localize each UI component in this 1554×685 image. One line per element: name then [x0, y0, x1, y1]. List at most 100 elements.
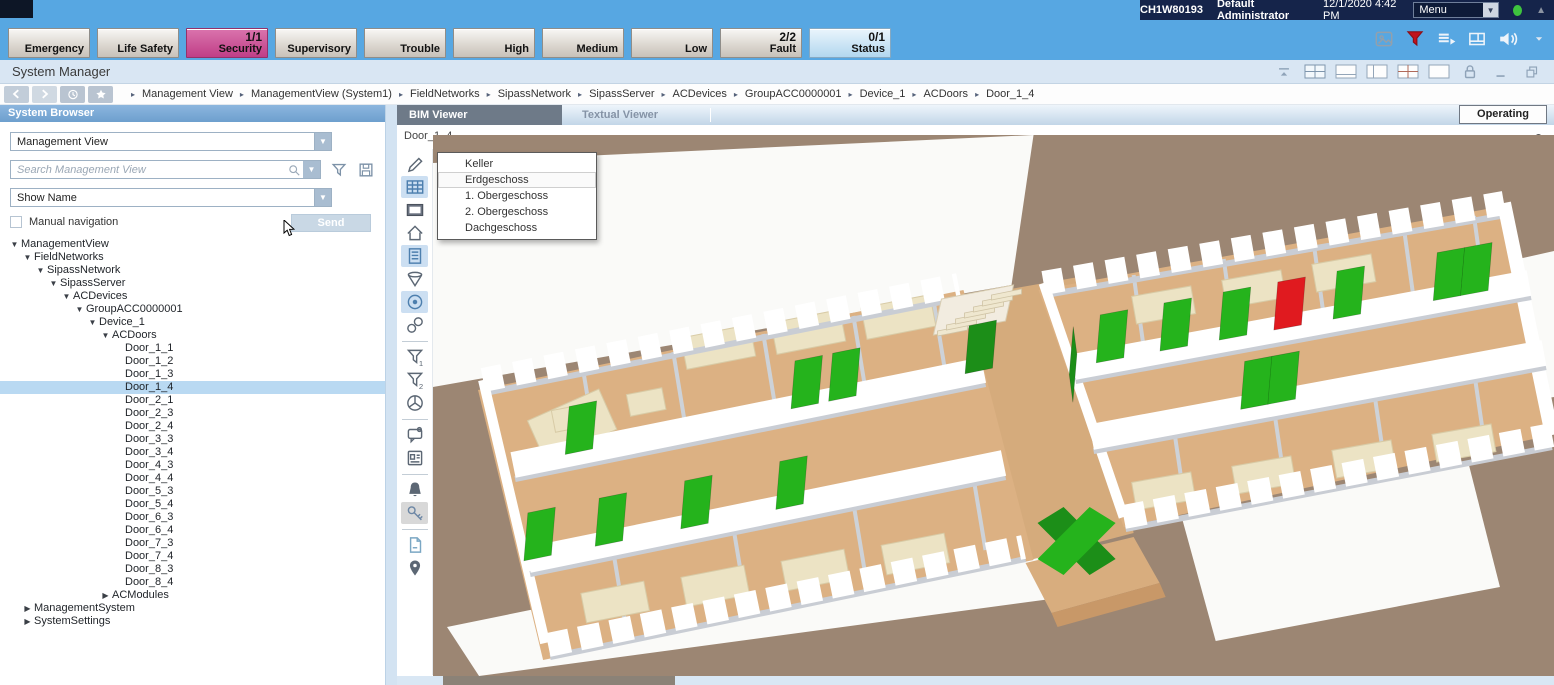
door-marker[interactable]	[1160, 298, 1192, 351]
door-marker[interactable]	[565, 401, 596, 455]
image-viewer-icon[interactable]	[1372, 27, 1396, 51]
menu-dropdown[interactable]: Menu ▼	[1413, 2, 1499, 18]
favorites-button[interactable]	[88, 86, 113, 103]
tree-item-door-3-3[interactable]: Door_3_3	[0, 433, 385, 446]
display-mode-select[interactable]: Show Name ▼	[10, 188, 332, 207]
tree-item-door-8-4[interactable]: Door_8_4	[0, 576, 385, 589]
tree-item-door-6-4[interactable]: Door_6_4	[0, 524, 385, 537]
alarm-button-medium[interactable]: Medium	[542, 28, 624, 58]
breadcrumb-item-door-1-4[interactable]: Door_1_4	[986, 88, 1034, 100]
chevron-down-icon[interactable]: ▼	[303, 161, 320, 178]
key-tool-icon[interactable]	[401, 502, 428, 524]
door-marker[interactable]	[1461, 243, 1493, 296]
collapse-pane-icon[interactable]	[1272, 62, 1296, 82]
breadcrumb-item-groupacc0000001[interactable]: GroupACC0000001	[745, 88, 842, 100]
tree-item-door-5-4[interactable]: Door_5_4	[0, 498, 385, 511]
tree-item-door-1-2[interactable]: Door_1_2	[0, 355, 385, 368]
alarm-button-high[interactable]: High	[453, 28, 535, 58]
collapse-triangle-icon[interactable]: ▲	[1536, 5, 1546, 16]
floor-item-dachgeschoss[interactable]: Dachgeschoss	[438, 220, 596, 236]
save-search-icon[interactable]	[357, 161, 375, 179]
alarm-button-status[interactable]: 0/1Status	[809, 28, 891, 58]
chevron-down-icon[interactable]	[1527, 27, 1551, 51]
operating-mode-button[interactable]: Operating	[1459, 105, 1547, 124]
breadcrumb-item-management-view[interactable]: Management View	[142, 88, 233, 100]
pane-left-icon[interactable]	[1365, 62, 1389, 82]
tree-expander-icon[interactable]: ▼	[60, 290, 73, 303]
door-marker[interactable]	[965, 320, 996, 374]
restore-icon[interactable]	[1520, 62, 1544, 82]
alarm-button-low[interactable]: Low	[631, 28, 713, 58]
floor-item-erdgeschoss[interactable]: Erdgeschoss	[438, 172, 596, 188]
locate-tool-icon[interactable]	[401, 291, 428, 313]
back-button[interactable]	[4, 86, 29, 103]
tab-textual-viewer[interactable]: Textual Viewer	[582, 105, 658, 125]
tree-item-door-3-4[interactable]: Door_3_4	[0, 446, 385, 459]
door-marker[interactable]	[1241, 356, 1273, 409]
breadcrumb-item-device-1[interactable]: Device_1	[860, 88, 906, 100]
door-marker[interactable]	[791, 355, 822, 409]
floors-tool-icon[interactable]	[401, 245, 428, 267]
minimize-icon[interactable]	[1489, 62, 1513, 82]
tree-item-acmodules[interactable]: ▶ACModules	[0, 589, 385, 602]
breadcrumb-item-sipassserver[interactable]: SipassServer	[589, 88, 654, 100]
tree-item-door-5-3[interactable]: Door_5_3	[0, 485, 385, 498]
tree-expander-icon[interactable]: ▼	[47, 277, 60, 290]
door-marker[interactable]	[524, 507, 555, 561]
tree-item-managementview[interactable]: ▼ManagementView	[0, 238, 385, 251]
pane-empty-icon[interactable]	[1427, 62, 1451, 82]
tree-item-door-1-1[interactable]: Door_1_1	[0, 342, 385, 355]
alarm-button-fault[interactable]: 2/2Fault	[720, 28, 802, 58]
tab-bim-viewer[interactable]: BIM Viewer	[397, 105, 562, 125]
door-marker-alarm[interactable]	[1274, 277, 1306, 330]
tree-item-door-2-1[interactable]: Door_2_1	[0, 394, 385, 407]
pane-bottom-icon[interactable]	[1334, 62, 1358, 82]
manual-navigation-checkbox[interactable]	[10, 216, 22, 228]
sound-icon[interactable]	[1496, 27, 1520, 51]
send-button[interactable]: Send	[291, 214, 371, 232]
link-tool-icon[interactable]	[401, 314, 428, 336]
tree-item-door-2-3[interactable]: Door_2_3	[0, 407, 385, 420]
bell-tool-icon[interactable]	[401, 479, 428, 501]
door-marker[interactable]	[595, 493, 626, 547]
tree-item-door-1-4[interactable]: Door_1_4	[0, 381, 385, 394]
tree-expander-icon[interactable]: ▼	[21, 251, 34, 264]
comment-tool-icon[interactable]	[401, 424, 428, 446]
explode-tool-icon[interactable]	[401, 392, 428, 414]
forward-button[interactable]	[32, 86, 57, 103]
horizontal-scrollbar[interactable]	[397, 676, 1554, 685]
tree-expander-icon[interactable]: ▼	[8, 238, 21, 251]
breadcrumb-item-sipassnetwork[interactable]: SipassNetwork	[498, 88, 571, 100]
tree-item-acdevices[interactable]: ▼ACDevices	[0, 290, 385, 303]
search-input[interactable]	[11, 161, 285, 178]
tree-item-door-1-3[interactable]: Door_1_3	[0, 368, 385, 381]
tree-item-groupacc0000001[interactable]: ▼GroupACC0000001	[0, 303, 385, 316]
alarm-button-supervisory[interactable]: Supervisory	[275, 28, 357, 58]
view-select[interactable]: Management View ▼	[10, 132, 332, 151]
search-icon[interactable]	[285, 161, 303, 178]
door-marker[interactable]	[1333, 266, 1365, 319]
panel-splitter[interactable]	[385, 105, 397, 685]
tree-item-door-2-4[interactable]: Door_2_4	[0, 420, 385, 433]
tree-item-device-1[interactable]: ▼Device_1	[0, 316, 385, 329]
floor-item-2-obergeschoss[interactable]: 2. Obergeschoss	[438, 204, 596, 220]
door-marker[interactable]	[681, 475, 712, 529]
tree-expander-icon[interactable]: ▶	[99, 589, 112, 602]
floor-item-1-obergeschoss[interactable]: 1. Obergeschoss	[438, 188, 596, 204]
alarm-button-emergency[interactable]: Emergency	[8, 28, 90, 58]
door-marker[interactable]	[829, 348, 860, 402]
screen-tool-icon[interactable]	[401, 199, 428, 221]
tree-item-door-4-4[interactable]: Door_4_4	[0, 472, 385, 485]
tree-item-sipassnetwork[interactable]: ▼SipassNetwork	[0, 264, 385, 277]
tree-item-door-7-4[interactable]: Door_7_4	[0, 550, 385, 563]
window-layout-icon[interactable]	[1465, 27, 1489, 51]
tree-item-door-6-3[interactable]: Door_6_3	[0, 511, 385, 524]
tree-expander-icon[interactable]: ▶	[21, 602, 34, 615]
tree-item-sipassserver[interactable]: ▼SipassServer	[0, 277, 385, 290]
alarm-button-trouble[interactable]: Trouble	[364, 28, 446, 58]
floor-item-keller[interactable]: Keller	[438, 156, 596, 172]
breadcrumb-item-managementview-system1-[interactable]: ManagementView (System1)	[251, 88, 392, 100]
filter-icon[interactable]	[330, 161, 348, 179]
pane-grid-icon[interactable]	[1303, 62, 1327, 82]
door-marker[interactable]	[1433, 248, 1465, 301]
